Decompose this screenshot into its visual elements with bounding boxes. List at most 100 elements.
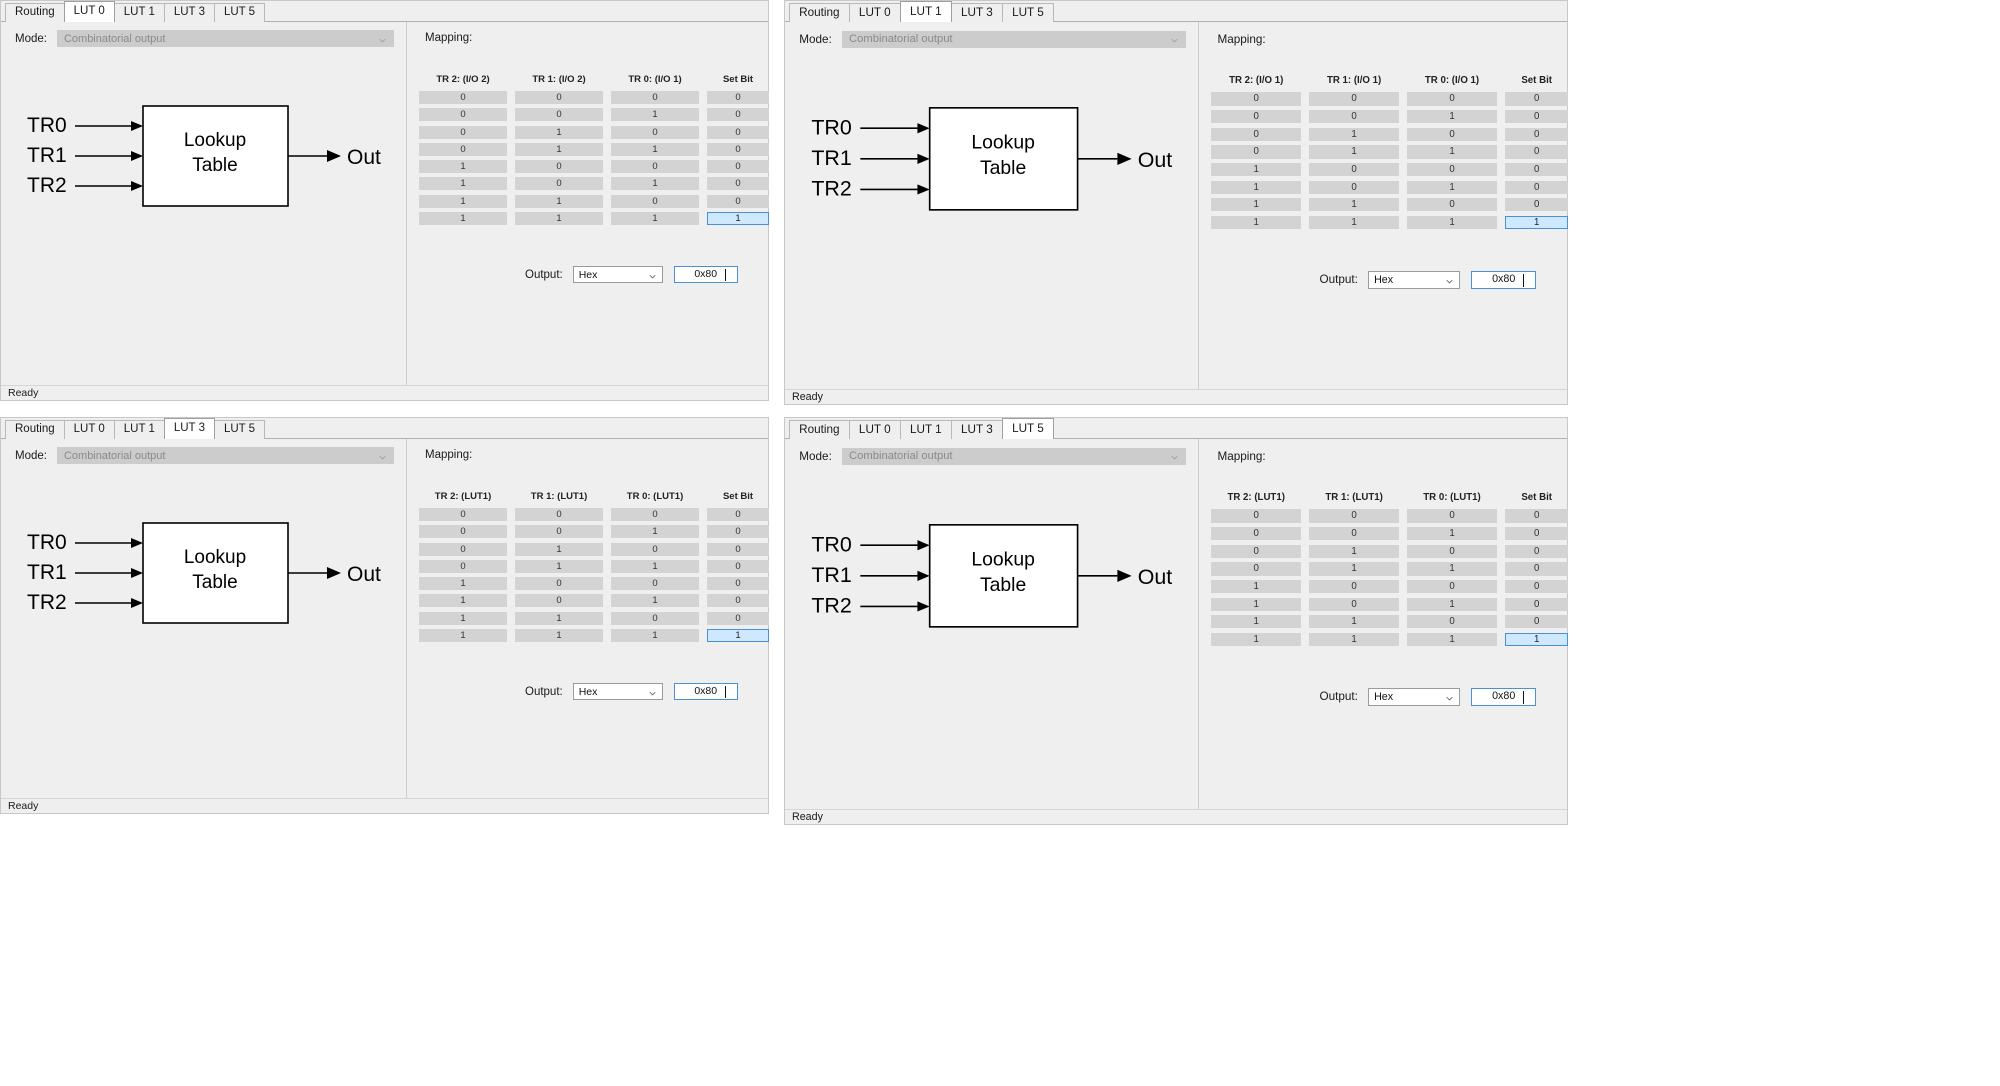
set-bit-cell[interactable]: 0 xyxy=(1505,615,1569,629)
output-row: Output: Hex 0x80 xyxy=(525,683,738,700)
tab-lut-1[interactable]: LUT 1 xyxy=(899,1,952,23)
tab-lut-0[interactable]: LUT 0 xyxy=(848,3,901,23)
output-format-value: Hex xyxy=(578,268,598,281)
truth-cell-tr1: 0 xyxy=(515,577,603,591)
set-bit-cell[interactable]: 0 xyxy=(707,125,769,139)
mode-dropdown[interactable]: Combinatorial output xyxy=(56,447,394,464)
set-bit-cell[interactable]: 0 xyxy=(707,542,769,556)
set-bit-cell[interactable]: 0 xyxy=(707,160,769,174)
output-format-dropdown[interactable]: Hex xyxy=(1368,271,1460,289)
set-bit-cell[interactable]: 1 xyxy=(707,212,769,226)
set-bit-cell[interactable]: 1 xyxy=(1505,632,1569,647)
truth-cell-tr2: 1 xyxy=(1211,579,1302,594)
truth-cell-tr1: 1 xyxy=(515,611,603,625)
truth-cell-tr0: 1 xyxy=(611,142,699,156)
status-bar: Ready xyxy=(1,798,768,813)
truth-cell-tr0: 1 xyxy=(1407,180,1497,194)
set-bit-cell[interactable]: 1 xyxy=(1505,215,1569,230)
diagram-block-line2: Table xyxy=(980,157,1026,179)
column-header-tr1: TR 1: (LUT1) xyxy=(1325,492,1383,504)
truth-cell-tr1: 1 xyxy=(1309,562,1399,576)
truth-table-row: 0010 xyxy=(1211,527,1569,541)
set-bit-cell[interactable]: 0 xyxy=(1505,597,1569,611)
diagram-input-tr1: TR1 xyxy=(27,561,67,584)
column-header-set-bit: Set Bit xyxy=(1521,75,1552,87)
mapping-label: Mapping: xyxy=(425,449,473,461)
set-bit-cell[interactable]: 0 xyxy=(1505,527,1569,541)
set-bit-cell[interactable]: 0 xyxy=(1505,162,1569,177)
chevron-down-icon xyxy=(379,452,386,459)
output-format-dropdown[interactable]: Hex xyxy=(572,683,663,700)
tab-lut-1[interactable]: LUT 1 xyxy=(113,420,165,439)
set-bit-cell[interactable]: 0 xyxy=(1505,198,1569,212)
set-bit-cell[interactable]: 0 xyxy=(707,594,769,608)
truth-cell-tr1: 1 xyxy=(515,212,603,226)
set-bit-cell[interactable]: 0 xyxy=(1505,110,1569,124)
truth-cell-tr1: 1 xyxy=(515,542,603,556)
truth-cell-tr2: 1 xyxy=(1211,597,1302,611)
tab-lut-5[interactable]: LUT 5 xyxy=(213,3,266,22)
tab-lut-1[interactable]: LUT 1 xyxy=(113,3,165,22)
truth-cell-tr2: 0 xyxy=(419,125,507,139)
tab-lut-0[interactable]: LUT 0 xyxy=(63,420,115,439)
tab-routing[interactable]: Routing xyxy=(5,3,65,22)
chevron-down-icon xyxy=(649,271,656,278)
truth-table-header-row: TR 2: (I/O 2) TR 1: (I/O 2) TR 0: (I/O 1) S… xyxy=(419,74,769,85)
set-bit-cell[interactable]: 0 xyxy=(707,577,769,591)
tab-lut-3[interactable]: LUT 3 xyxy=(950,3,1003,23)
lookup-table-diagram: TR0 TR1 TR2 Lookup Table Out xyxy=(793,65,1198,388)
tab-routing[interactable]: Routing xyxy=(789,3,850,23)
tab-lut-5[interactable]: LUT 5 xyxy=(1001,418,1054,440)
set-bit-cell[interactable]: 0 xyxy=(1505,145,1569,159)
set-bit-cell[interactable]: 0 xyxy=(707,91,769,104)
truth-cell-tr2: 0 xyxy=(1211,562,1302,576)
mode-dropdown[interactable]: Combinatorial output xyxy=(56,30,394,47)
set-bit-cell[interactable]: 1 xyxy=(707,629,769,643)
set-bit-cell[interactable]: 0 xyxy=(707,508,769,521)
set-bit-cell[interactable]: 0 xyxy=(707,194,769,208)
truth-table-row: 0100 xyxy=(419,542,769,556)
truth-cell-tr1: 0 xyxy=(515,508,603,521)
tab-lut-5[interactable]: LUT 5 xyxy=(1001,3,1054,23)
output-value-input[interactable]: 0x80 xyxy=(673,266,738,283)
truth-cell-tr0: 1 xyxy=(611,559,699,573)
output-format-value: Hex xyxy=(1374,690,1394,703)
set-bit-cell[interactable]: 0 xyxy=(707,611,769,625)
truth-table-row: 1111 xyxy=(1211,215,1569,230)
truth-cell-tr1: 0 xyxy=(1309,92,1399,106)
tab-lut-1[interactable]: LUT 1 xyxy=(899,420,952,440)
mode-dropdown[interactable]: Combinatorial output xyxy=(842,30,1186,48)
set-bit-cell[interactable]: 0 xyxy=(707,559,769,573)
tab-routing[interactable]: Routing xyxy=(789,420,850,440)
output-format-dropdown[interactable]: Hex xyxy=(572,266,663,283)
output-value-input[interactable]: 0x80 xyxy=(1471,271,1537,289)
tab-lut-3[interactable]: LUT 3 xyxy=(950,420,1003,440)
tab-lut-0[interactable]: LUT 0 xyxy=(848,420,901,440)
lut-editor-window-lut3: Routing LUT 0 LUT 1 LUT 3 LUT 5 Mode: Combin… xyxy=(0,417,769,814)
set-bit-cell[interactable]: 0 xyxy=(1505,579,1569,594)
set-bit-cell[interactable]: 0 xyxy=(1505,180,1569,194)
output-format-dropdown[interactable]: Hex xyxy=(1368,688,1460,706)
output-value-input[interactable]: 0x80 xyxy=(673,683,738,700)
tab-lut-3[interactable]: LUT 3 xyxy=(163,3,215,22)
set-bit-cell[interactable]: 0 xyxy=(1505,562,1569,576)
set-bit-cell[interactable]: 0 xyxy=(707,142,769,156)
truth-cell-tr0: 0 xyxy=(1407,615,1497,629)
tab-routing[interactable]: Routing xyxy=(5,420,65,439)
tab-lut-5[interactable]: LUT 5 xyxy=(213,420,266,439)
set-bit-cell[interactable]: 0 xyxy=(1505,127,1569,141)
set-bit-cell[interactable]: 0 xyxy=(707,108,769,122)
set-bit-cell[interactable]: 0 xyxy=(1505,92,1569,106)
truth-table: TR 2: (I/O 1) TR 1: (I/O 1) TR 0: (I/O 1) S… xyxy=(1211,75,1569,233)
tab-lut-0[interactable]: LUT 0 xyxy=(63,1,115,22)
set-bit-cell[interactable]: 0 xyxy=(707,177,769,191)
set-bit-cell[interactable]: 0 xyxy=(707,525,769,539)
tab-lut-3[interactable]: LUT 3 xyxy=(163,418,215,439)
truth-cell-tr1: 0 xyxy=(515,525,603,539)
truth-table-row: 1010 xyxy=(1211,180,1569,194)
mode-dropdown[interactable]: Combinatorial output xyxy=(842,447,1186,465)
output-value-input[interactable]: 0x80 xyxy=(1471,688,1537,706)
set-bit-cell[interactable]: 0 xyxy=(1505,509,1569,523)
set-bit-cell[interactable]: 0 xyxy=(1505,544,1569,558)
column-header-tr1: TR 1: (I/O 1) xyxy=(1326,75,1382,87)
